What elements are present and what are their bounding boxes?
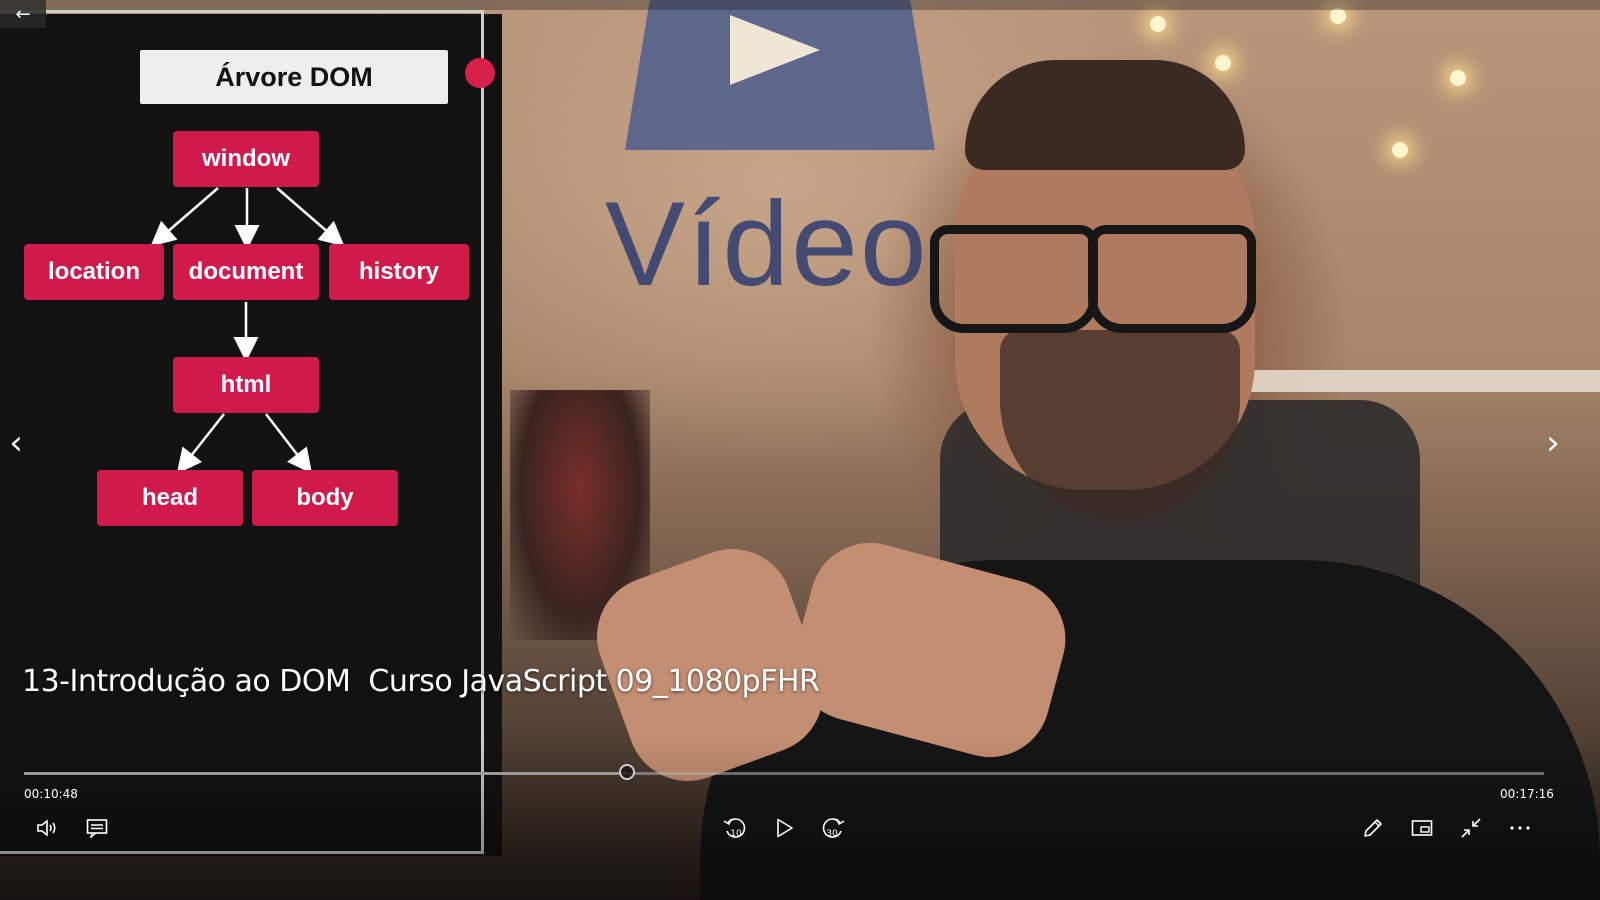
- node-head: head: [97, 470, 243, 526]
- lamp-bulb: [1215, 55, 1231, 71]
- node-location: location: [24, 244, 164, 300]
- mini-view-button[interactable]: [1405, 812, 1439, 844]
- seek-bar-progress: [24, 772, 628, 775]
- total-time: 00:17:16: [1500, 787, 1554, 801]
- video-frame[interactable]: Vídeo Árvore DOM window location documen…: [0, 0, 1600, 900]
- lamp-bulb: [1450, 70, 1466, 86]
- next-video-button[interactable]: ›: [1541, 425, 1565, 461]
- arrow-html-head: [176, 413, 225, 474]
- arrow-window-location: [150, 187, 219, 247]
- node-history: history: [329, 244, 469, 300]
- node-document: document: [173, 244, 319, 300]
- captions-icon: [86, 819, 108, 838]
- current-time: 00:10:48: [24, 787, 78, 801]
- wall-text: Vídeo: [605, 177, 929, 311]
- mini-view-icon: [1411, 820, 1433, 836]
- lamp-bulb: [1150, 16, 1166, 32]
- volume-icon: [37, 819, 56, 837]
- exit-fullscreen-button[interactable]: [1454, 812, 1488, 844]
- more-options-button[interactable]: [1503, 812, 1537, 844]
- glasses-left: [930, 225, 1098, 333]
- play-button[interactable]: [767, 812, 801, 844]
- node-window: window: [173, 131, 319, 187]
- captions-button[interactable]: [80, 812, 114, 844]
- shelf: [1240, 370, 1600, 392]
- top-bar: [46, 0, 1600, 10]
- forward-seconds: 30: [826, 829, 838, 839]
- wall-logo-play-icon: [730, 15, 820, 85]
- lamp-bulb: [1392, 142, 1408, 158]
- play-icon: [777, 818, 793, 838]
- arrow-html-body: [265, 413, 313, 474]
- lamp-bulb: [1330, 8, 1346, 24]
- previous-video-button[interactable]: ‹: [4, 425, 28, 461]
- forward-30-button[interactable]: 30: [816, 812, 850, 844]
- seek-bar[interactable]: [24, 764, 1544, 780]
- volume-button[interactable]: [31, 812, 65, 844]
- rewind-10-button[interactable]: 10: [718, 812, 752, 844]
- exit-fullscreen-icon: [1461, 818, 1481, 838]
- forward-30-icon: 30: [822, 818, 845, 839]
- back-button[interactable]: ←: [0, 0, 46, 28]
- rewind-10-icon: 10: [723, 818, 746, 839]
- node-body: body: [252, 470, 398, 526]
- more-icon: [1510, 826, 1530, 830]
- arrow-window-history: [276, 187, 345, 247]
- presenter-hair: [965, 60, 1245, 170]
- glasses-right: [1088, 225, 1256, 333]
- edit-button[interactable]: [1356, 812, 1390, 844]
- video-title: 13-Introdução ao DOM Curso JavaScript 09…: [22, 664, 820, 699]
- rewind-seconds: 10: [730, 829, 742, 839]
- pencil-icon: [1364, 819, 1382, 837]
- node-html: html: [173, 357, 319, 413]
